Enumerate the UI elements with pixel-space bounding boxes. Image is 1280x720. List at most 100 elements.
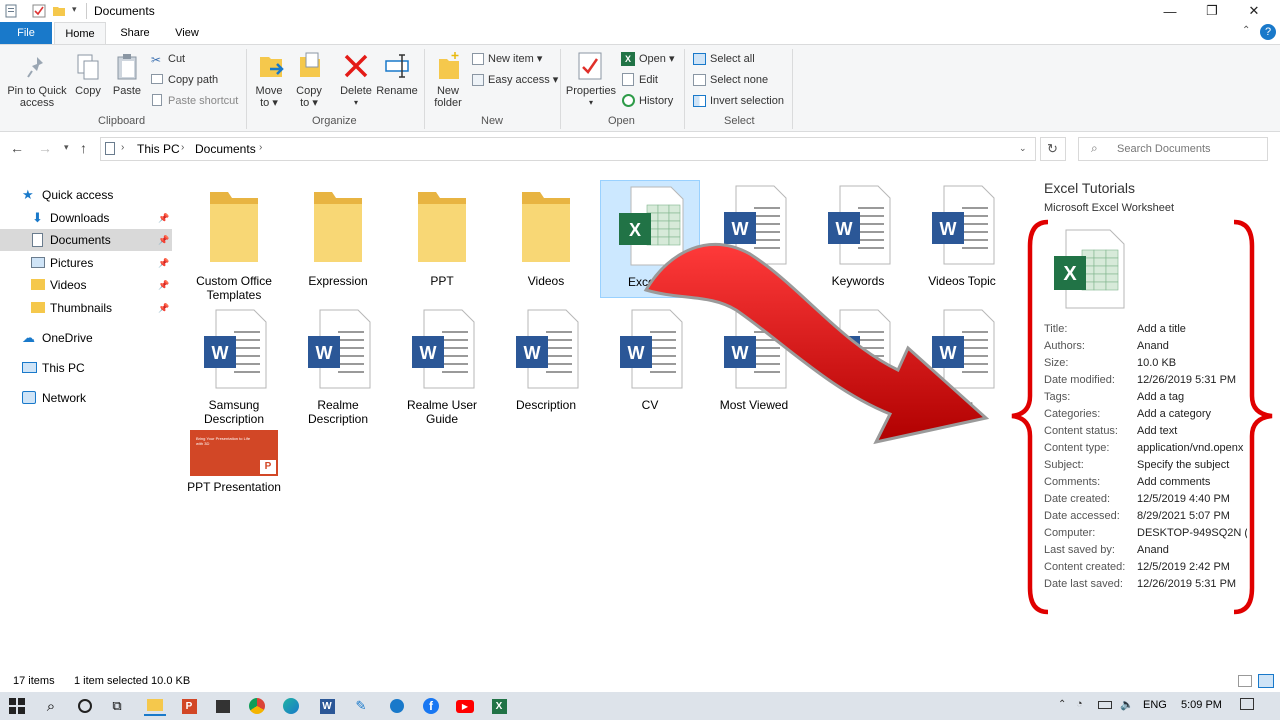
delete-dropdown-icon[interactable]: ▾ [336, 97, 376, 109]
show-hidden-icons-icon[interactable]: ⌃ [1058, 699, 1066, 710]
search-box[interactable]: ⌕ Search Documents [1078, 137, 1268, 161]
file-item[interactable]: W Description [496, 304, 596, 422]
powerpoint-taskbar-icon[interactable]: P [178, 696, 200, 716]
pin-icon[interactable]: 📌 [158, 207, 169, 229]
file-item[interactable]: Bring Your Presentation to Life with 3D P… [184, 424, 284, 542]
nav-this-pc[interactable]: This PC [0, 357, 172, 379]
history-icon [622, 94, 635, 107]
app-taskbar-icon[interactable] [386, 696, 408, 716]
up-arrow-icon[interactable]: ↑ [80, 140, 87, 156]
tab-share[interactable]: Share [110, 22, 160, 44]
volume-icon[interactable]: 🔈 [1120, 698, 1134, 711]
file-item[interactable]: W Realme User Guide [392, 304, 492, 426]
language-indicator[interactable]: ENG [1143, 699, 1167, 711]
select-all-label: Select all [710, 53, 755, 65]
svg-text:W: W [212, 343, 229, 363]
collapse-ribbon-icon[interactable]: ⌃ [1242, 25, 1250, 36]
ribbon-separator [560, 49, 561, 129]
start-windows-icon[interactable] [6, 696, 28, 716]
select-all-icon [693, 53, 706, 65]
nav-videos[interactable]: Videos 📌 [0, 274, 172, 296]
file-name-line-1: Realme User [406, 398, 478, 412]
explorer-app-icon[interactable] [4, 4, 18, 18]
file-item[interactable]: Videos [496, 180, 596, 298]
scissors-icon: ✂ [151, 53, 162, 67]
chrome-taskbar-icon[interactable] [246, 696, 268, 716]
refresh-icon: ↻ [1047, 141, 1058, 156]
nav-documents[interactable]: Documents 📌 [0, 229, 172, 251]
properties-quick-icon[interactable] [32, 4, 46, 18]
cortana-icon[interactable] [74, 696, 96, 716]
ribbon-separator [246, 49, 247, 129]
excel-open-icon: X [621, 52, 635, 66]
pin-icon[interactable]: 📌 [158, 252, 169, 274]
pin-icon[interactable]: 📌 [158, 229, 169, 251]
file-item[interactable]: PPT [392, 180, 492, 298]
open-label: Open ▾ [639, 53, 675, 65]
tab-file[interactable]: File [0, 22, 52, 44]
refresh-button[interactable]: ↻ [1040, 137, 1066, 161]
new-group-label: New [481, 115, 504, 127]
nav-label: Videos [50, 278, 87, 292]
word-taskbar-icon[interactable]: W [316, 696, 338, 716]
address-bar[interactable]: › This PC › Documents › ⌄ [100, 137, 1036, 161]
search-icon[interactable]: ⌕ [40, 696, 62, 716]
nav-quick-access[interactable]: ★ Quick access [0, 184, 172, 206]
ribbon-separator [792, 49, 793, 129]
youtube-taskbar-icon[interactable]: ▶ [454, 696, 476, 716]
nav-network[interactable]: Network [0, 387, 172, 409]
customize-quick-access-icon[interactable]: ▾ [72, 4, 77, 15]
file-explorer-taskbar-icon[interactable] [144, 696, 166, 716]
excel-taskbar-icon[interactable]: X [488, 696, 510, 716]
task-view-icon[interactable]: ⧉ [106, 696, 128, 716]
store-taskbar-icon[interactable] [212, 696, 234, 716]
svg-text:W: W [524, 343, 541, 363]
details-view-icon[interactable] [1238, 675, 1252, 687]
title-bar: ▾ Documents — ❐ ✕ [0, 0, 1280, 22]
facebook-taskbar-icon[interactable]: f [420, 696, 442, 716]
recent-locations-icon[interactable]: ▾ [64, 142, 69, 153]
help-icon[interactable]: ? [1260, 24, 1276, 40]
breadcrumb-documents[interactable]: Documents [195, 142, 256, 156]
breadcrumb-this-pc[interactable]: This PC [137, 142, 180, 156]
file-item[interactable]: W Samsung Description [184, 304, 284, 426]
copy-label: Copy [75, 85, 101, 97]
word-file-icon: W [204, 309, 267, 389]
minimize-button[interactable]: — [1150, 0, 1190, 22]
breadcrumb-separator-icon: › [181, 142, 185, 153]
address-dropdown-icon[interactable]: ⌄ [1019, 143, 1027, 154]
nav-downloads[interactable]: ⬇ Downloads 📌 [0, 207, 172, 229]
tab-view[interactable]: View [162, 22, 212, 44]
wifi-icon[interactable]: ◔ [1076, 698, 1083, 710]
title-divider [86, 3, 87, 19]
notifications-icon[interactable] [1240, 698, 1254, 710]
edit-label: Edit [639, 74, 658, 86]
large-icons-view-icon[interactable] [1258, 674, 1274, 688]
properties-dropdown-icon[interactable]: ▾ [564, 97, 618, 109]
file-name-line-1: PPT [430, 274, 454, 288]
forward-arrow-icon[interactable]: → [38, 140, 52, 156]
nav-thumbnails[interactable]: Thumbnails 📌 [0, 297, 172, 319]
file-name-line-2: Templates [206, 288, 262, 302]
battery-icon[interactable] [1098, 701, 1112, 709]
nav-onedrive[interactable]: ☁ OneDrive [0, 327, 172, 349]
file-item[interactable]: W Realme Description [288, 304, 388, 426]
close-button[interactable]: ✕ [1234, 0, 1274, 22]
file-item[interactable]: Custom Office Templates [184, 180, 284, 302]
pin-icon[interactable]: 📌 [158, 274, 169, 296]
new-folder-icon [439, 52, 459, 79]
paint-taskbar-icon[interactable]: ✎ [350, 696, 372, 716]
details-pane: Excel Tutorials Microsoft Excel Workshee… [1011, 172, 1280, 672]
details-file-type: Microsoft Excel Worksheet [1044, 202, 1175, 214]
back-arrow-icon[interactable]: ← [10, 140, 24, 156]
pin-icon[interactable]: 📌 [158, 297, 169, 319]
clock[interactable]: 5:09 PM [1181, 699, 1222, 711]
tab-home[interactable]: Home [54, 22, 106, 45]
new-folder-quick-icon[interactable] [52, 4, 66, 18]
file-item[interactable]: Expression [288, 180, 388, 298]
edge-taskbar-icon[interactable] [280, 696, 302, 716]
documents-location-icon [105, 142, 115, 155]
nav-pictures[interactable]: Pictures 📌 [0, 252, 172, 274]
maximize-button[interactable]: ❐ [1192, 0, 1232, 22]
nav-label: OneDrive [42, 331, 93, 345]
